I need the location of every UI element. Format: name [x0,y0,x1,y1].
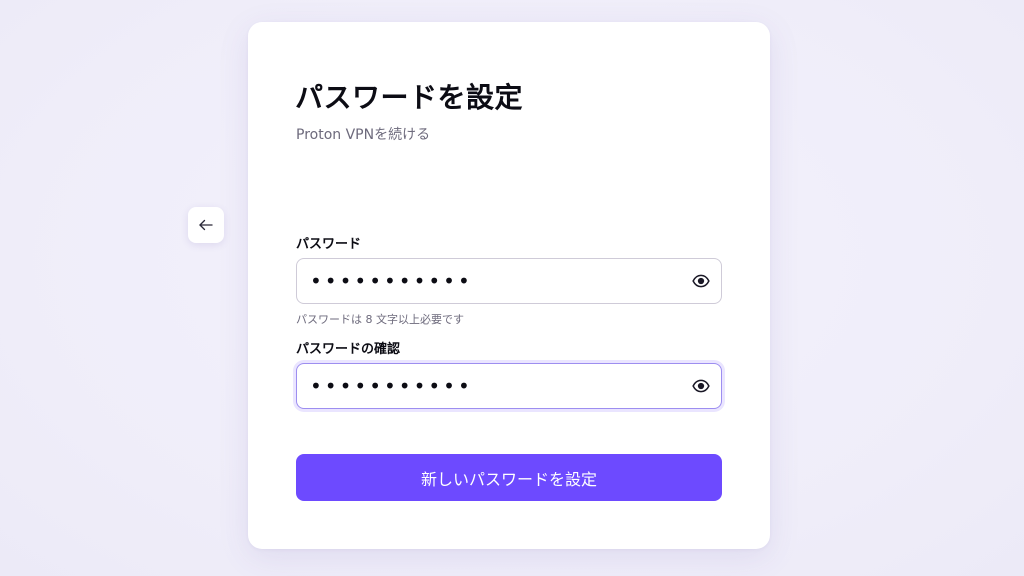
confirm-password-input[interactable] [297,364,681,408]
page-subtitle: Proton VPNを続ける [296,127,431,143]
arrow-left-icon [199,219,213,231]
page-title: パスワードを設定 [295,81,524,114]
set-new-password-button[interactable]: 新しいパスワードを設定 [296,454,722,501]
confirm-password-field [296,363,722,409]
password-field [296,258,722,304]
page-background: パスワードを設定 Proton VPNを続ける パスワード パスワードは 8 文… [0,0,1024,576]
eye-icon [692,274,710,288]
password-hint: パスワードは 8 文字以上必要です [296,313,464,326]
confirm-password-visibility-toggle[interactable] [681,364,721,408]
eye-icon [692,379,710,393]
password-visibility-toggle[interactable] [681,259,721,303]
confirm-password-label: パスワードの確認 [296,342,401,357]
password-label: パスワード [296,237,362,252]
back-button[interactable] [188,207,224,243]
password-input[interactable] [297,259,681,303]
set-password-card: パスワードを設定 Proton VPNを続ける パスワード パスワードは 8 文… [248,22,770,549]
